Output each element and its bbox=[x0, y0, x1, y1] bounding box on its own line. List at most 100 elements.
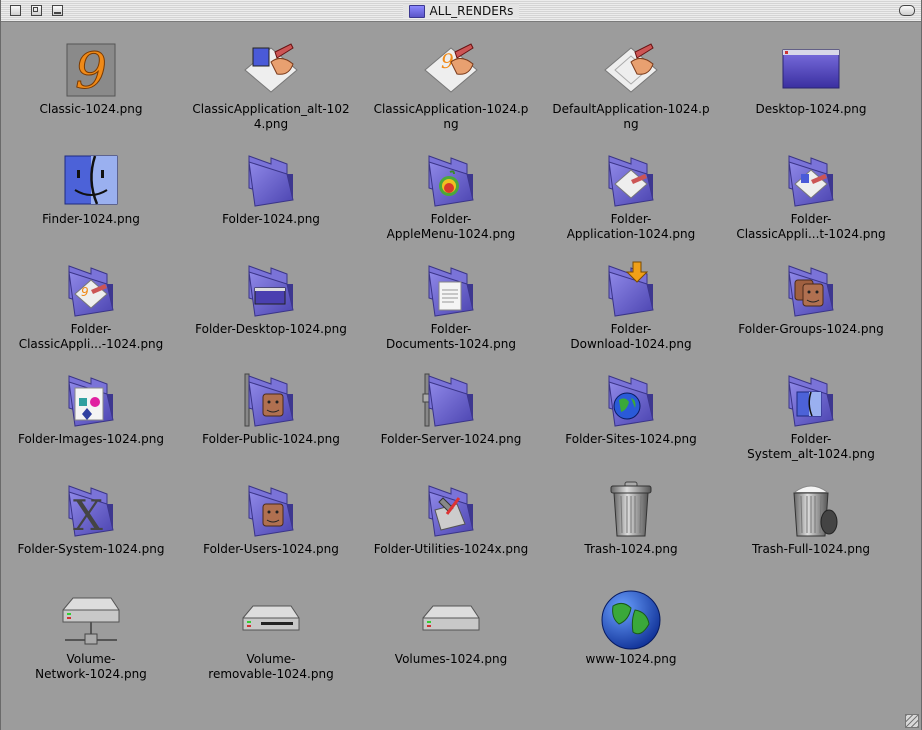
volumes-drive-icon bbox=[421, 590, 481, 650]
file-name-line: Volume- bbox=[246, 652, 296, 666]
file-name-line: Network-1024.png bbox=[35, 667, 147, 681]
file-item[interactable]: ClassicApplication_alt-102 4.png bbox=[181, 40, 361, 135]
file-name-line: Folder-System-1024.png bbox=[17, 542, 165, 556]
file-name-label: Folder-Public-1024.png bbox=[181, 432, 361, 447]
file-item[interactable]: Folder- Download-1024.png bbox=[541, 260, 721, 355]
file-item[interactable]: Folder-Server-1024.png bbox=[361, 370, 541, 465]
file-item[interactable]: Trash-Full-1024.png bbox=[721, 480, 901, 575]
svg-text:9: 9 bbox=[75, 42, 107, 100]
folder-system-icon: X bbox=[61, 480, 121, 540]
file-item[interactable]: 9 Classic-1024.png bbox=[1, 40, 181, 135]
file-name-line: Folder- bbox=[790, 212, 832, 226]
icon-view: 9 Classic-1024.png ClassicApplication_alt… bbox=[1, 22, 921, 730]
file-name-line: Volumes-1024.png bbox=[394, 652, 508, 666]
folder-desktop-icon bbox=[241, 260, 301, 320]
file-item[interactable]: Trash-1024.png bbox=[541, 480, 721, 575]
file-item[interactable]: Folder- System_alt-1024.png bbox=[721, 370, 901, 465]
file-name-line: AppleMenu-1024.png bbox=[386, 227, 516, 241]
file-name-label: DefaultApplication-1024.p ng bbox=[541, 102, 721, 132]
file-name-line: Application-1024.png bbox=[566, 227, 696, 241]
file-name-label: Trash-1024.png bbox=[541, 542, 721, 557]
file-item[interactable]: www-1024.png bbox=[541, 590, 721, 685]
file-name-line: removable-1024.png bbox=[208, 667, 334, 681]
file-name-label: Folder-Utilities-1024x.png bbox=[361, 542, 541, 557]
file-name-label: Folder-Server-1024.png bbox=[361, 432, 541, 447]
file-name-label: Folder- Download-1024.png bbox=[541, 322, 721, 352]
file-item[interactable]: Folder-Users-1024.png bbox=[181, 480, 361, 575]
file-item[interactable]: Folder-Utilities-1024x.png bbox=[361, 480, 541, 575]
file-name-line: 4.png bbox=[253, 117, 289, 131]
file-item[interactable]: Volume- Network-1024.png bbox=[1, 590, 181, 685]
file-name-line: Folder-1024.png bbox=[222, 212, 320, 226]
file-name-line: ClassicApplication_alt-102 bbox=[192, 102, 350, 116]
resize-handle[interactable] bbox=[905, 714, 919, 728]
file-name-line: Folder-Groups-1024.png bbox=[738, 322, 884, 336]
file-item[interactable]: Folder-Groups-1024.png bbox=[721, 260, 901, 355]
file-name-line: Documents-1024.png bbox=[386, 337, 516, 351]
file-item[interactable]: Finder-1024.png bbox=[1, 150, 181, 245]
folder-download-icon bbox=[601, 260, 661, 320]
file-name-label: ClassicApplication-1024.p ng bbox=[361, 102, 541, 132]
file-item[interactable]: X Folder-System-1024.png bbox=[1, 480, 181, 575]
file-name-label: Folder-System-1024.png bbox=[1, 542, 181, 557]
file-name-line: Volume- bbox=[66, 652, 116, 666]
file-name-line: Folder- bbox=[610, 212, 652, 226]
file-name-line: ClassicApplication-1024.p bbox=[373, 102, 529, 116]
file-item[interactable]: Folder-Public-1024.png bbox=[181, 370, 361, 465]
file-name-label: www-1024.png bbox=[541, 652, 721, 667]
file-name-label: Volumes-1024.png bbox=[361, 652, 541, 667]
file-item[interactable]: Folder-Desktop-1024.png bbox=[181, 260, 361, 355]
file-item[interactable]: Folder- AppleMenu-1024.png bbox=[361, 150, 541, 245]
folder-documents-icon bbox=[421, 260, 481, 320]
file-item[interactable]: Folder-1024.png bbox=[181, 150, 361, 245]
folder-application-icon bbox=[601, 150, 661, 210]
file-item[interactable]: Volume-removable-1024.png bbox=[181, 590, 361, 685]
file-name-line: Folder-Desktop-1024.png bbox=[195, 322, 347, 336]
file-item[interactable]: Folder- Documents-1024.png bbox=[361, 260, 541, 355]
file-item[interactable]: Folder-Sites-1024.png bbox=[541, 370, 721, 465]
file-item[interactable]: Folder-Images-1024.png bbox=[1, 370, 181, 465]
folder-classic-application-icon bbox=[781, 150, 841, 210]
file-item[interactable]: Volumes-1024.png bbox=[361, 590, 541, 685]
finder-window: ALL_RENDERs 9 Classic-1024.png ClassicApp… bbox=[0, 0, 922, 730]
folder-apple-menu-icon bbox=[421, 150, 481, 210]
file-item[interactable]: 9 Folder- ClassicAppli...-1024.png bbox=[1, 260, 181, 355]
file-name-line: Folder-Public-1024.png bbox=[202, 432, 340, 446]
file-item[interactable]: DefaultApplication-1024.p ng bbox=[541, 40, 721, 135]
file-name-label: Folder-Sites-1024.png bbox=[541, 432, 721, 447]
file-item[interactable]: Folder- Application-1024.png bbox=[541, 150, 721, 245]
file-name-line: Folder-Images-1024.png bbox=[17, 432, 164, 446]
classic-application-icon: 9 bbox=[421, 40, 481, 100]
file-item[interactable]: 9 ClassicApplication-1024.p ng bbox=[361, 40, 541, 135]
trash-icon bbox=[601, 480, 661, 540]
toolbar-toggle-button[interactable] bbox=[899, 5, 915, 16]
file-name-line: ClassicAppli...t-1024.png bbox=[736, 227, 886, 241]
file-name-line: Download-1024.png bbox=[570, 337, 692, 351]
folder-users-icon bbox=[241, 480, 301, 540]
folder-public-icon bbox=[241, 370, 301, 430]
file-name-line: Folder-Server-1024.png bbox=[380, 432, 522, 446]
file-name-line: Folder- bbox=[70, 322, 112, 336]
file-name-line: Folder-Utilities-1024x.png bbox=[373, 542, 529, 556]
file-name-line: Folder- bbox=[610, 322, 652, 336]
trash-full-icon bbox=[781, 480, 841, 540]
file-item[interactable]: Desktop-1024.png bbox=[721, 40, 901, 135]
file-name-label: Folder- Application-1024.png bbox=[541, 212, 721, 242]
file-name-line: Desktop-1024.png bbox=[755, 102, 867, 116]
file-item[interactable]: Folder- ClassicAppli...t-1024.png bbox=[721, 150, 901, 245]
svg-text:9: 9 bbox=[81, 285, 89, 299]
folder-groups-icon bbox=[781, 260, 841, 320]
volume-removable-icon bbox=[241, 590, 301, 650]
svg-text:X: X bbox=[73, 491, 103, 540]
title-bar[interactable]: ALL_RENDERs bbox=[1, 0, 921, 22]
folder-icon bbox=[408, 4, 425, 18]
file-name-label: Volume- Network-1024.png bbox=[1, 652, 181, 682]
file-name-line: Trash-Full-1024.png bbox=[751, 542, 871, 556]
file-name-label: Folder-Images-1024.png bbox=[1, 432, 181, 447]
file-name-label: Folder- AppleMenu-1024.png bbox=[361, 212, 541, 242]
file-name-line: Folder-Sites-1024.png bbox=[565, 432, 697, 446]
file-name-line: Folder- bbox=[430, 322, 472, 336]
file-name-line: Classic-1024.png bbox=[39, 102, 143, 116]
file-name-line: Folder- bbox=[790, 432, 832, 446]
folder-images-icon bbox=[61, 370, 121, 430]
